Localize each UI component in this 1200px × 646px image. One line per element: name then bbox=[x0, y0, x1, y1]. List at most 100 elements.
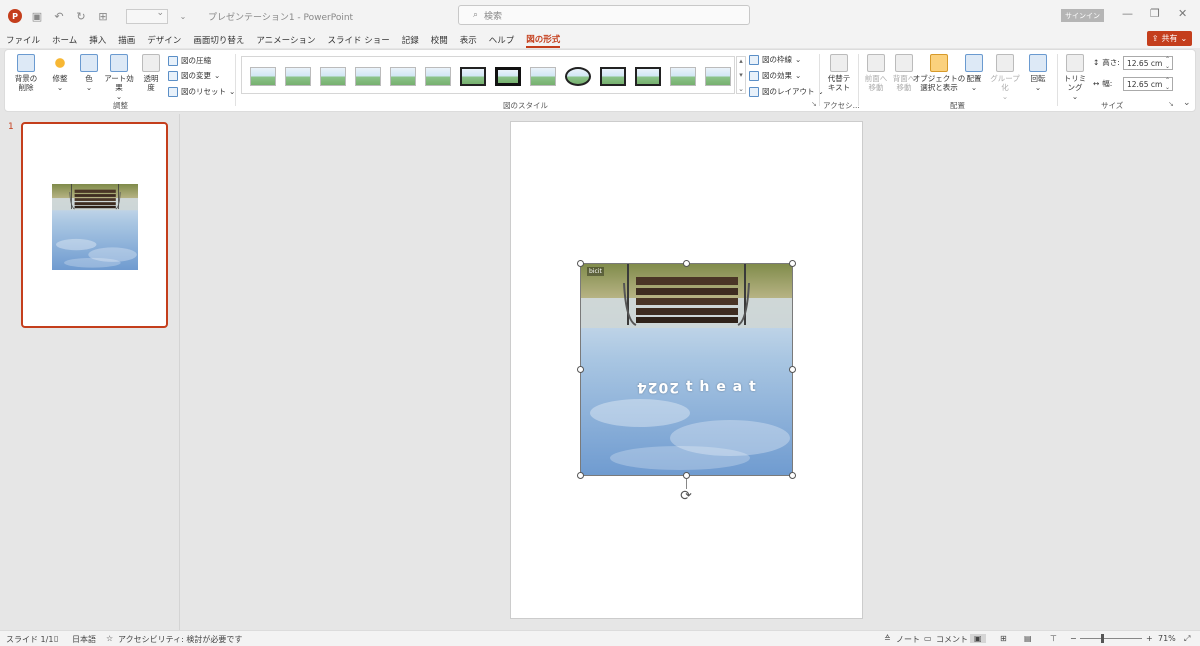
bring-forward-button[interactable]: 前面へ 移動 bbox=[863, 54, 889, 92]
resize-handle-l[interactable] bbox=[577, 366, 584, 373]
spinner-icon[interactable]: ⌃ ⌄ bbox=[1165, 56, 1170, 70]
picture-styles-gallery[interactable] bbox=[241, 56, 735, 94]
slide[interactable]: ʇ ɐ ǝ ɥ ʇ 2024 bicit ⟳ bbox=[510, 121, 863, 619]
notes-icon[interactable]: ≙ bbox=[884, 634, 891, 643]
zoom-out-icon[interactable]: − bbox=[1070, 634, 1077, 643]
picture-effects-button[interactable]: 図の効果 ⌄ bbox=[749, 70, 801, 81]
height-input[interactable]: 12.65 cm ⌃ ⌄ bbox=[1123, 56, 1173, 70]
close-icon[interactable]: ✕ bbox=[1178, 7, 1187, 20]
rotate-handle-icon[interactable]: ⟳ bbox=[679, 489, 693, 503]
gallery-scroll[interactable]: ▴ ▾ ⌄ bbox=[736, 56, 746, 94]
minimize-icon[interactable]: — bbox=[1122, 7, 1133, 20]
slideshow-icon[interactable]: ⊤ bbox=[1050, 634, 1057, 643]
collapse-ribbon-icon[interactable]: ⌄ bbox=[1183, 98, 1191, 108]
zoom-in-icon[interactable]: + bbox=[1146, 634, 1153, 643]
picture-layout-button[interactable]: 図のレイアウト ⌄ bbox=[749, 86, 824, 97]
picture-style-option[interactable] bbox=[565, 67, 591, 86]
font-size-combo[interactable] bbox=[126, 8, 168, 24]
crop-button[interactable]: トリミング ⌄ bbox=[1061, 54, 1089, 101]
width-input[interactable]: 12.65 cm ⌃ ⌄ bbox=[1123, 77, 1173, 91]
menu-tab[interactable]: ヘルプ bbox=[489, 34, 515, 46]
transparency-button[interactable]: 透明 度 bbox=[140, 54, 162, 92]
dialog-launcher-icon[interactable]: ↘ bbox=[811, 100, 817, 108]
comments-icon[interactable]: ▭ bbox=[924, 634, 932, 643]
spinner-icon[interactable]: ⌃ ⌄ bbox=[1165, 77, 1170, 91]
picture-style-option[interactable] bbox=[495, 67, 521, 86]
group-button[interactable]: グループ化 ⌄ bbox=[989, 54, 1021, 101]
gallery-up-icon[interactable]: ▴ bbox=[739, 57, 743, 65]
language-indicator[interactable]: 日本語 bbox=[72, 634, 96, 645]
picture-style-option[interactable] bbox=[320, 67, 346, 86]
slide-sorter-icon[interactable]: ⊞ bbox=[1000, 634, 1007, 643]
fit-to-window-icon[interactable]: ⤢ bbox=[1184, 634, 1190, 644]
resize-handle-b[interactable] bbox=[683, 472, 690, 479]
artistic-effects-button[interactable]: アート効果 ⌄ bbox=[103, 54, 135, 101]
sign-in-button[interactable]: サインイン bbox=[1061, 9, 1104, 22]
gallery-more-icon[interactable]: ⌄ bbox=[738, 85, 744, 93]
resize-handle-br[interactable] bbox=[789, 472, 796, 479]
picture-border-button[interactable]: 図の枠線 ⌄ bbox=[749, 54, 801, 65]
menu-tab[interactable]: 図の形式 bbox=[526, 33, 561, 48]
save-icon[interactable]: ▣ bbox=[30, 10, 44, 23]
resize-handle-tl[interactable] bbox=[577, 260, 584, 267]
undo-icon[interactable]: ↶ bbox=[52, 10, 66, 23]
gallery-down-icon[interactable]: ▾ bbox=[739, 71, 743, 79]
color-button[interactable]: 色 ⌄ bbox=[79, 54, 99, 92]
align-button[interactable]: 配置 ⌄ bbox=[963, 54, 985, 92]
start-from-beginning-icon[interactable]: ⊞ bbox=[96, 10, 110, 23]
menu-tab[interactable]: デザイン bbox=[147, 34, 181, 46]
customize-toolbar-icon[interactable]: ⌄ bbox=[176, 12, 190, 21]
menu-tab[interactable]: スライド ショー bbox=[328, 34, 390, 46]
menu-tab[interactable]: ファイル bbox=[6, 34, 40, 46]
accessibility-status[interactable]: アクセシビリティ: 検討が必要です bbox=[118, 634, 242, 645]
search-input[interactable]: ⌕ 検索 bbox=[458, 5, 750, 25]
menu-tab[interactable]: ホーム bbox=[52, 34, 77, 46]
remove-background-button[interactable]: 背景の 削除 bbox=[11, 54, 41, 92]
redo-icon[interactable]: ↻ bbox=[74, 10, 88, 23]
zoom-slider[interactable] bbox=[1080, 638, 1142, 639]
selection-pane-button[interactable]: オブジェクトの 選択と表示 bbox=[913, 54, 965, 92]
compress-pictures-button[interactable]: 図の圧縮 bbox=[168, 55, 211, 66]
normal-view-icon[interactable]: ▣ bbox=[970, 634, 986, 643]
resize-handle-bl[interactable] bbox=[577, 472, 584, 479]
picture-style-option[interactable] bbox=[460, 67, 486, 86]
picture-style-option[interactable] bbox=[635, 67, 661, 86]
notes-button[interactable]: ノート bbox=[896, 634, 920, 645]
restore-icon[interactable]: ❐ bbox=[1150, 7, 1160, 20]
change-picture-button[interactable]: 図の変更 ⌄ bbox=[168, 70, 220, 81]
menu-tab[interactable]: 描画 bbox=[118, 34, 135, 46]
resize-handle-tr[interactable] bbox=[789, 260, 796, 267]
color-icon bbox=[80, 54, 98, 72]
share-button[interactable]: ⇪ 共有 ⌄ bbox=[1147, 31, 1192, 46]
menu-tab[interactable]: 記録 bbox=[402, 34, 419, 46]
reading-view-icon[interactable]: ▤ bbox=[1024, 634, 1032, 643]
picture-style-option[interactable] bbox=[530, 67, 556, 86]
picture-style-option[interactable] bbox=[390, 67, 416, 86]
picture-style-option[interactable] bbox=[705, 67, 731, 86]
accessibility-icon[interactable]: ☆ bbox=[106, 634, 113, 643]
zoom-level[interactable]: 71% bbox=[1158, 634, 1176, 643]
spell-check-icon[interactable]: ▯ bbox=[54, 634, 58, 643]
picture-style-option[interactable] bbox=[355, 67, 381, 86]
picture-style-option[interactable] bbox=[425, 67, 451, 86]
menu-tab[interactable]: 挿入 bbox=[89, 34, 106, 46]
slide-thumbnail[interactable] bbox=[21, 122, 168, 328]
menu-tab[interactable]: 校閲 bbox=[431, 34, 448, 46]
zoom-slider-thumb[interactable] bbox=[1101, 634, 1104, 643]
menu-tab[interactable]: アニメーション bbox=[256, 34, 315, 46]
rotate-button[interactable]: 回転 ⌄ bbox=[1027, 54, 1049, 92]
remove-background-icon bbox=[17, 54, 35, 72]
resize-handle-t[interactable] bbox=[683, 260, 690, 267]
menu-tab[interactable]: 表示 bbox=[460, 34, 477, 46]
corrections-button[interactable]: 修整 ⌄ bbox=[49, 54, 71, 92]
picture-style-option[interactable] bbox=[250, 67, 276, 86]
picture-style-option[interactable] bbox=[285, 67, 311, 86]
menu-tab[interactable]: 画面切り替え bbox=[193, 34, 244, 46]
picture-style-option[interactable] bbox=[600, 67, 626, 86]
comments-button[interactable]: コメント bbox=[936, 634, 968, 645]
alt-text-button[interactable]: 代替テ キスト bbox=[825, 54, 853, 92]
dialog-launcher-icon[interactable]: ↘ bbox=[1168, 100, 1174, 108]
picture-style-option[interactable] bbox=[670, 67, 696, 86]
resize-handle-r[interactable] bbox=[789, 366, 796, 373]
reset-picture-button[interactable]: 図のリセット ⌄ bbox=[168, 86, 235, 97]
